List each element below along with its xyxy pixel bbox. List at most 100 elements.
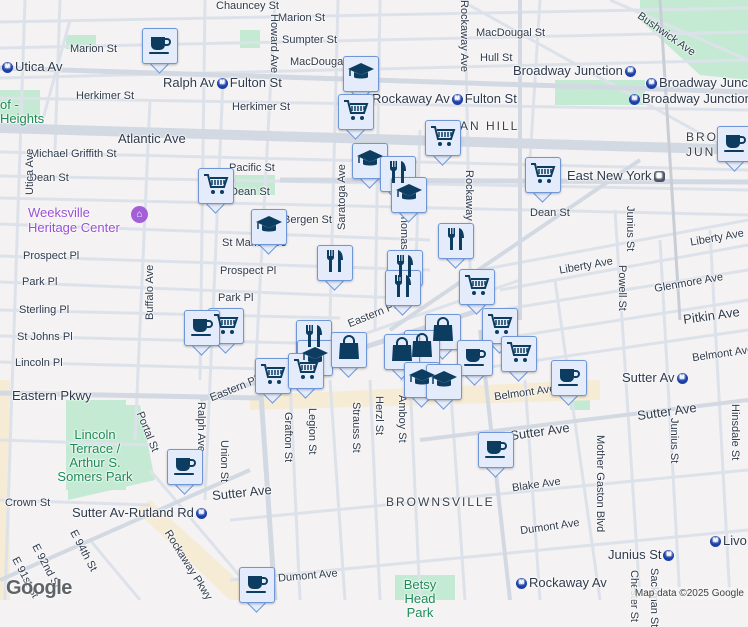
street-label: Howard Ave bbox=[268, 14, 280, 74]
map-marker[interactable] bbox=[501, 336, 537, 382]
station-junius[interactable]: Junius St M bbox=[608, 547, 676, 562]
coffee-icon bbox=[461, 342, 489, 375]
coffee-icon bbox=[188, 312, 216, 345]
street-label: Legion St bbox=[306, 408, 318, 455]
street-label: Saratoga Ave bbox=[336, 164, 348, 230]
map-marker[interactable] bbox=[167, 449, 203, 495]
street-label: Grafton St bbox=[282, 412, 294, 463]
station-label: Broadway Junction bbox=[513, 63, 623, 78]
fork-icon bbox=[442, 225, 470, 258]
station-sutter-rutland[interactable]: Sutter Av-Rutland Rd M bbox=[72, 505, 209, 520]
subway-icon: M bbox=[2, 62, 13, 74]
map-marker[interactable] bbox=[425, 120, 461, 166]
station-label: Rockaway Av bbox=[529, 575, 607, 590]
street-label: Hull St bbox=[480, 52, 513, 64]
street-label: St Johns Pl bbox=[17, 331, 73, 343]
grad-icon bbox=[395, 179, 423, 212]
street-label: Dean St bbox=[230, 186, 270, 198]
grad-icon bbox=[430, 366, 458, 399]
station-broadway-junction[interactable]: Broadway Junction M bbox=[513, 63, 638, 78]
subway-icon: M bbox=[451, 94, 463, 106]
station-label: Livo bbox=[723, 533, 747, 548]
subway-icon: M bbox=[663, 550, 675, 562]
map-marker[interactable] bbox=[551, 360, 587, 406]
map-marker[interactable] bbox=[184, 310, 220, 356]
map-marker[interactable] bbox=[251, 209, 287, 255]
street-label: Herkimer St bbox=[232, 101, 291, 113]
station-label: Rockaway Av bbox=[372, 91, 450, 106]
map-marker[interactable] bbox=[478, 432, 514, 478]
station-broadway-junction[interactable]: MBroadway Junction bbox=[627, 91, 748, 106]
map-marker[interactable] bbox=[142, 28, 178, 74]
street-label: Rockaway Ave bbox=[458, 0, 470, 72]
subway-icon: M bbox=[676, 373, 688, 385]
map-marker[interactable] bbox=[459, 269, 495, 315]
station-sutter[interactable]: Sutter Av M bbox=[622, 370, 690, 385]
map-marker[interactable] bbox=[525, 157, 561, 203]
station-label: Sutter Av-Rutland Rd bbox=[72, 505, 194, 520]
coffee-icon bbox=[243, 569, 271, 602]
map-marker[interactable] bbox=[717, 126, 748, 172]
station-livonia[interactable]: M Livo bbox=[708, 533, 747, 548]
station-label: Broadway Junction bbox=[659, 75, 748, 90]
street-label: Ralph Ave bbox=[195, 402, 207, 452]
coffee-icon bbox=[721, 128, 748, 161]
train-icon: ▣ bbox=[653, 171, 665, 183]
street-label: Junius St bbox=[624, 206, 636, 252]
map-marker[interactable] bbox=[317, 245, 353, 291]
street-label: Atlantic Ave bbox=[118, 131, 186, 146]
cart-icon bbox=[292, 355, 320, 388]
subway-icon: M bbox=[216, 78, 228, 90]
google-logo: Google bbox=[6, 577, 72, 599]
park-lincoln-terrace[interactable]: Lincoln Terrace / Arthur S. Somers Park bbox=[55, 428, 135, 484]
map-marker[interactable] bbox=[426, 364, 462, 410]
map-marker[interactable] bbox=[288, 353, 324, 399]
street-label: Dean St bbox=[530, 207, 570, 219]
street-label: Strauss St bbox=[350, 402, 362, 453]
station-rockaway-fulton[interactable]: Rockaway Av M Fulton St bbox=[372, 91, 517, 106]
cart-icon bbox=[202, 170, 230, 203]
subway-icon: M bbox=[624, 66, 636, 78]
coffee-icon bbox=[146, 30, 174, 63]
cart-icon bbox=[505, 338, 533, 371]
street-label: Sumpter St bbox=[282, 34, 338, 46]
station-label: Fulton St bbox=[229, 75, 282, 90]
map-attribution[interactable]: Map data ©2025 Google bbox=[630, 587, 748, 600]
coffee-icon bbox=[482, 434, 510, 467]
map-marker[interactable] bbox=[255, 358, 291, 404]
street-label: MacDougal St bbox=[476, 27, 546, 39]
street-label: Buffalo Ave bbox=[144, 264, 156, 320]
subway-icon: M bbox=[629, 94, 640, 106]
map-marker[interactable] bbox=[438, 223, 474, 269]
map-marker[interactable] bbox=[331, 332, 367, 378]
street-label: Prospect Pl bbox=[23, 250, 80, 262]
station-broadway-junction[interactable]: MBroadway Junction bbox=[644, 75, 748, 90]
subway-icon: M bbox=[195, 508, 207, 520]
museum-icon: ⌂ bbox=[131, 206, 148, 223]
street-label: Michael Griffith St bbox=[30, 148, 117, 160]
map-marker[interactable] bbox=[457, 340, 493, 386]
grad-icon bbox=[347, 58, 375, 91]
station-east-new-york[interactable]: East New York ▣ bbox=[567, 168, 667, 183]
fork-icon bbox=[389, 272, 417, 305]
park-betsy-head[interactable]: Betsy Head Park bbox=[390, 578, 450, 620]
map-marker[interactable] bbox=[198, 168, 234, 214]
street-label: Prospect Pl bbox=[220, 265, 277, 277]
station-label: Ralph Av bbox=[163, 75, 215, 90]
map-marker[interactable] bbox=[385, 270, 421, 316]
street-label: Crown St bbox=[5, 497, 51, 509]
station-label: East New York bbox=[567, 168, 652, 183]
map-marker[interactable] bbox=[239, 567, 275, 613]
station-utica[interactable]: M Utica Av bbox=[0, 59, 62, 74]
street-label: Union St bbox=[218, 440, 230, 483]
street-label: Hinsdale St bbox=[729, 404, 741, 461]
poi-weeksville[interactable]: Weeksville Heritage Center bbox=[28, 205, 138, 235]
cart-icon bbox=[463, 271, 491, 304]
station-ralph[interactable]: Ralph Av M Fulton St bbox=[163, 75, 282, 90]
street-label: Herkimer St bbox=[76, 90, 135, 102]
station-label: Sutter Av bbox=[622, 370, 675, 385]
map-marker[interactable] bbox=[338, 94, 374, 140]
grad-icon bbox=[255, 211, 283, 244]
map-marker[interactable] bbox=[391, 177, 427, 223]
station-rockaway[interactable]: M Rockaway Av bbox=[514, 575, 607, 590]
